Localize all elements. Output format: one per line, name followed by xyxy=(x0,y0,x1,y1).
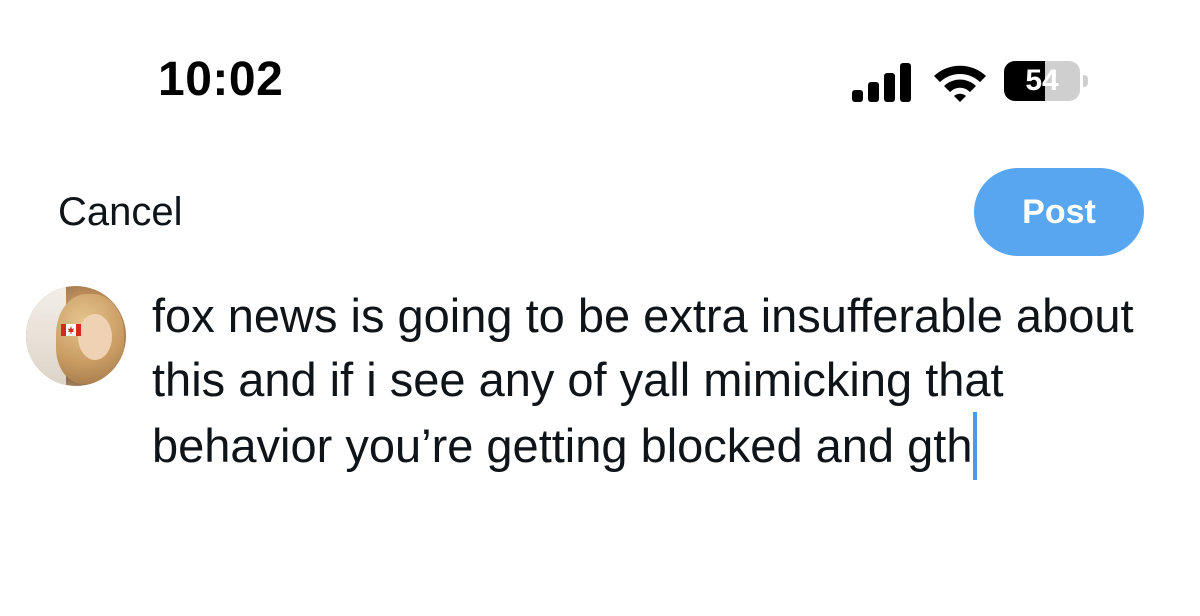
battery-indicator: 54 xyxy=(1004,61,1088,101)
cancel-button[interactable]: Cancel xyxy=(58,190,183,235)
avatar[interactable] xyxy=(26,286,126,386)
battery-body: 54 xyxy=(1004,61,1080,101)
text-cursor xyxy=(973,412,978,480)
tweet-text-content: fox news is going to be extra insufferab… xyxy=(152,289,1147,472)
wifi-icon xyxy=(934,65,986,102)
tweet-compose-input[interactable]: fox news is going to be extra insufferab… xyxy=(152,284,1182,480)
cellular-signal-icon xyxy=(852,63,911,102)
avatar-face xyxy=(78,314,112,360)
status-bar: 10:02 54 xyxy=(0,0,1200,140)
battery-level: 54 xyxy=(1025,64,1059,97)
clock: 10:02 xyxy=(158,53,284,106)
battery-cap xyxy=(1083,75,1088,87)
post-button[interactable]: Post xyxy=(974,168,1144,256)
canada-flag-icon xyxy=(61,324,81,336)
